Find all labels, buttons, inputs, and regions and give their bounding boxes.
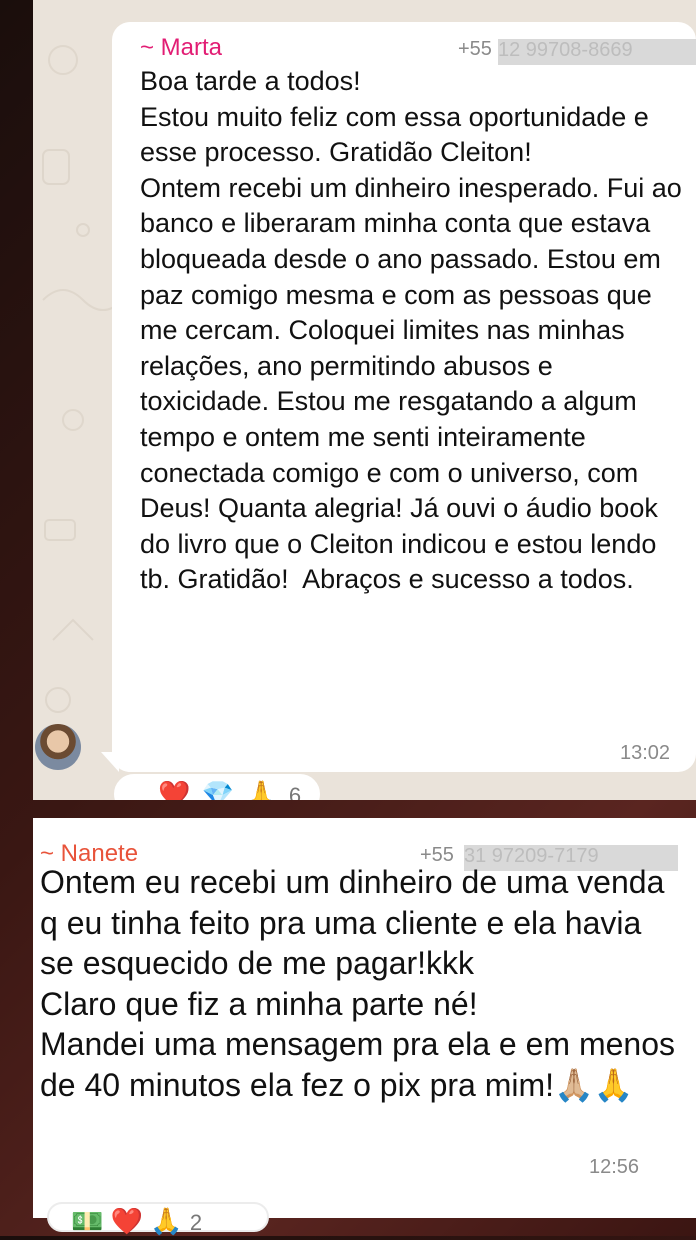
reaction-count: 6	[288, 783, 302, 800]
praying-hands-reaction: 🙏	[150, 1206, 183, 1236]
message-text: Boa tarde a todos! Estou muito feliz com…	[140, 66, 682, 595]
sender-row: ~ Marta +55 12 99708-8669	[140, 34, 696, 65]
redacted-phone-text: 12 99708-8669	[498, 39, 633, 61]
message-time: 12:56	[589, 1156, 640, 1178]
chat-panel-marta: ~ Marta +55 12 99708-8669 Boa tarde a to…	[33, 0, 696, 800]
heart-reaction: ❤️	[110, 1206, 143, 1236]
bubble-tail	[101, 752, 119, 772]
heart-reaction: ❤️	[158, 779, 191, 800]
redacted-phone: 12 99708-8669	[498, 39, 696, 65]
praying-hands-reaction: 🙏	[245, 779, 278, 800]
message-bubble[interactable]: ~ Marta +55 12 99708-8669 Boa tarde a to…	[112, 22, 696, 772]
message-text: Ontem eu recebi um dinheiro de uma venda…	[40, 864, 675, 1103]
diamond-reaction: 💎	[201, 779, 234, 800]
sender-name[interactable]: ~ Marta	[140, 34, 222, 61]
phone-prefix: +55	[458, 38, 492, 60]
chat-panel-nanete: ~ Nanete +55 31 97209-7179 Ontem eu rece…	[33, 818, 696, 1218]
money-reaction: 💵	[71, 1206, 104, 1236]
reactions-bar[interactable]: 💵 ❤️ 🙏 2	[47, 1202, 269, 1236]
avatar[interactable]	[35, 724, 81, 770]
reactions-bar[interactable]: ❤️ 💎 🙏 6	[112, 772, 322, 800]
reaction-count: 2	[189, 1210, 203, 1235]
message-time: 13:02	[620, 742, 671, 764]
